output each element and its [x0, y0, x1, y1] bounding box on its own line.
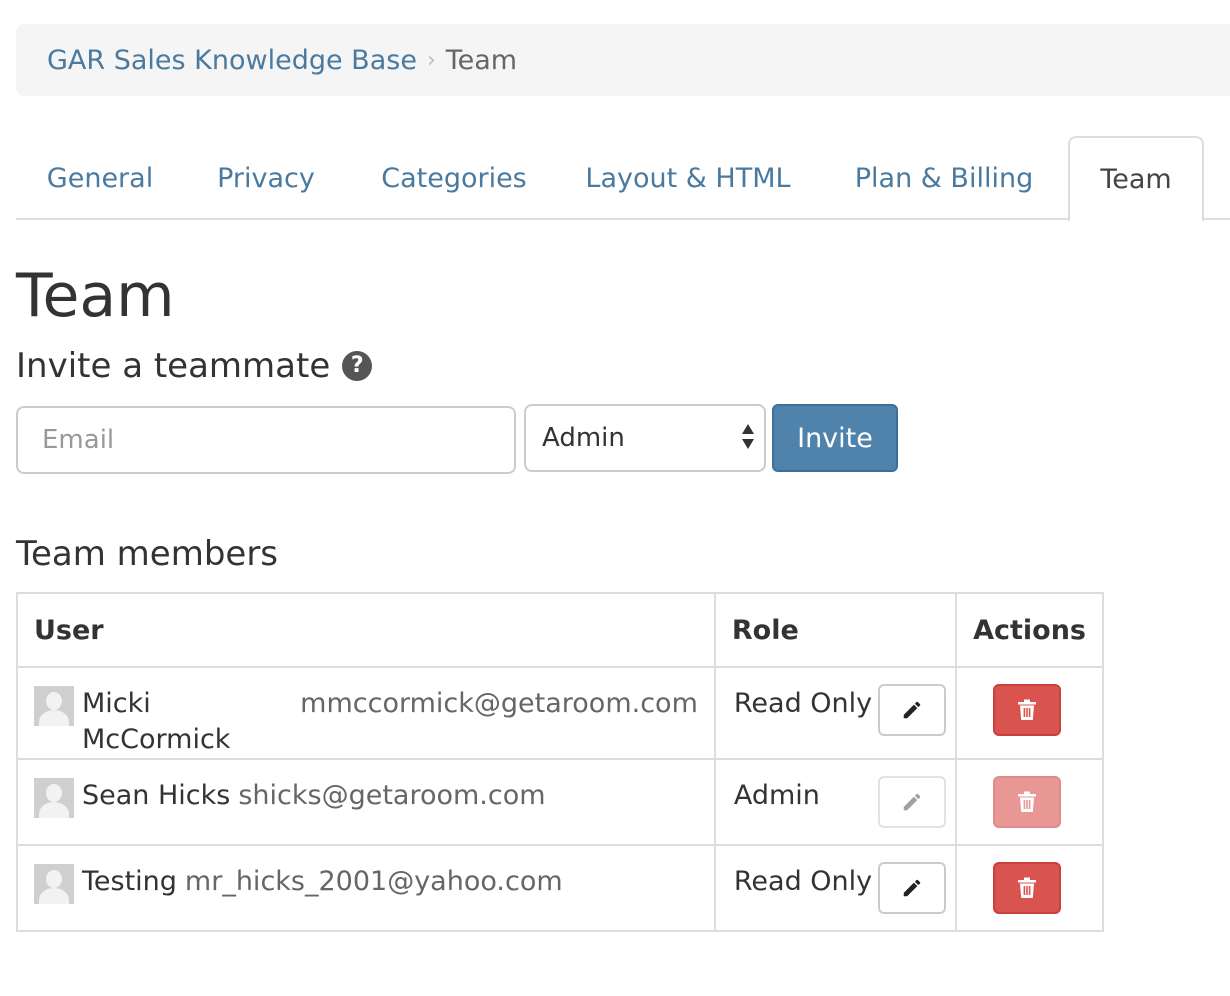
delete-member-button [993, 776, 1062, 828]
tab-layout-html[interactable]: Layout & HTML [576, 136, 800, 220]
role-cell: Read Only [713, 844, 958, 932]
role-select-value: Admin [542, 423, 625, 453]
breadcrumb-current: Team [445, 44, 518, 76]
actions-cell [955, 844, 1104, 932]
team-members-heading: Team members [16, 534, 279, 574]
user-avatar-icon [34, 778, 74, 818]
table-row: Testing mr_hicks_2001@yahoo.com Read Onl… [16, 844, 1104, 932]
role-select[interactable]: Admin [524, 404, 766, 472]
actions-cell [955, 666, 1104, 760]
question-circle-icon[interactable]: ? [342, 351, 373, 381]
invite-heading-text: Invite a teammate [16, 346, 331, 386]
settings-tabs: General Privacy Categories Layout & HTML… [16, 136, 1230, 222]
email-input[interactable] [16, 406, 516, 474]
tab-privacy[interactable]: Privacy [202, 136, 330, 220]
page-title: Team [16, 261, 175, 331]
actions-cell [955, 758, 1104, 846]
column-header-user: User [16, 592, 716, 668]
role-text: Read Only [733, 866, 873, 897]
pencil-icon [903, 879, 921, 897]
user-email: mmccormick@getaroom.com [300, 688, 698, 719]
delete-member-button[interactable] [993, 684, 1062, 736]
table-row: Sean Hicks shicks@getaroom.com Admin [16, 758, 1104, 846]
trash-icon [1018, 791, 1037, 812]
edit-role-button [877, 776, 946, 828]
role-cell: Admin [713, 758, 958, 846]
user-name: Sean Hicks [82, 780, 231, 811]
tab-team[interactable]: Team [1068, 136, 1204, 222]
edit-role-button[interactable] [877, 684, 946, 736]
tab-plan-billing[interactable]: Plan & Billing [846, 136, 1042, 220]
edit-role-button[interactable] [877, 862, 946, 914]
table-row: Micki McCormick mmccormick@getaroom.com … [16, 666, 1104, 760]
invite-button[interactable]: Invite [772, 404, 898, 472]
tab-general[interactable]: General [30, 136, 170, 220]
user-cell: Micki McCormick mmccormick@getaroom.com [16, 666, 716, 760]
user-cell: Sean Hicks shicks@getaroom.com [16, 758, 716, 846]
user-name: Testing [82, 866, 177, 897]
delete-member-button[interactable] [993, 862, 1062, 914]
role-text: Read Only [733, 688, 873, 719]
table-header-row: User Role Actions [16, 592, 1104, 668]
user-avatar-icon [34, 864, 74, 904]
role-text: Admin [733, 780, 820, 811]
column-header-actions: Actions [955, 592, 1104, 668]
trash-icon [1018, 877, 1037, 898]
user-cell: Testing mr_hicks_2001@yahoo.com [16, 844, 716, 932]
user-email: mr_hicks_2001@yahoo.com [184, 866, 563, 897]
user-email: shicks@getaroom.com [238, 780, 546, 811]
user-avatar-icon [34, 686, 74, 726]
role-cell: Read Only [713, 666, 958, 760]
breadcrumb-link-knowledge-base[interactable]: GAR Sales Knowledge Base [47, 45, 417, 76]
invite-heading: Invite a teammate ? [16, 344, 373, 388]
breadcrumb: GAR Sales Knowledge Base › Team [16, 24, 1230, 96]
breadcrumb-separator: › [426, 47, 436, 73]
user-name: Micki McCormick [82, 688, 231, 755]
pencil-icon [903, 701, 921, 719]
tab-categories[interactable]: Categories [364, 136, 544, 220]
column-header-role: Role [713, 592, 958, 668]
select-arrows-icon [742, 424, 754, 449]
team-members-table: User Role Actions Micki McCormick mmccor… [16, 592, 1104, 932]
pencil-icon [903, 793, 921, 811]
trash-icon [1018, 699, 1037, 720]
